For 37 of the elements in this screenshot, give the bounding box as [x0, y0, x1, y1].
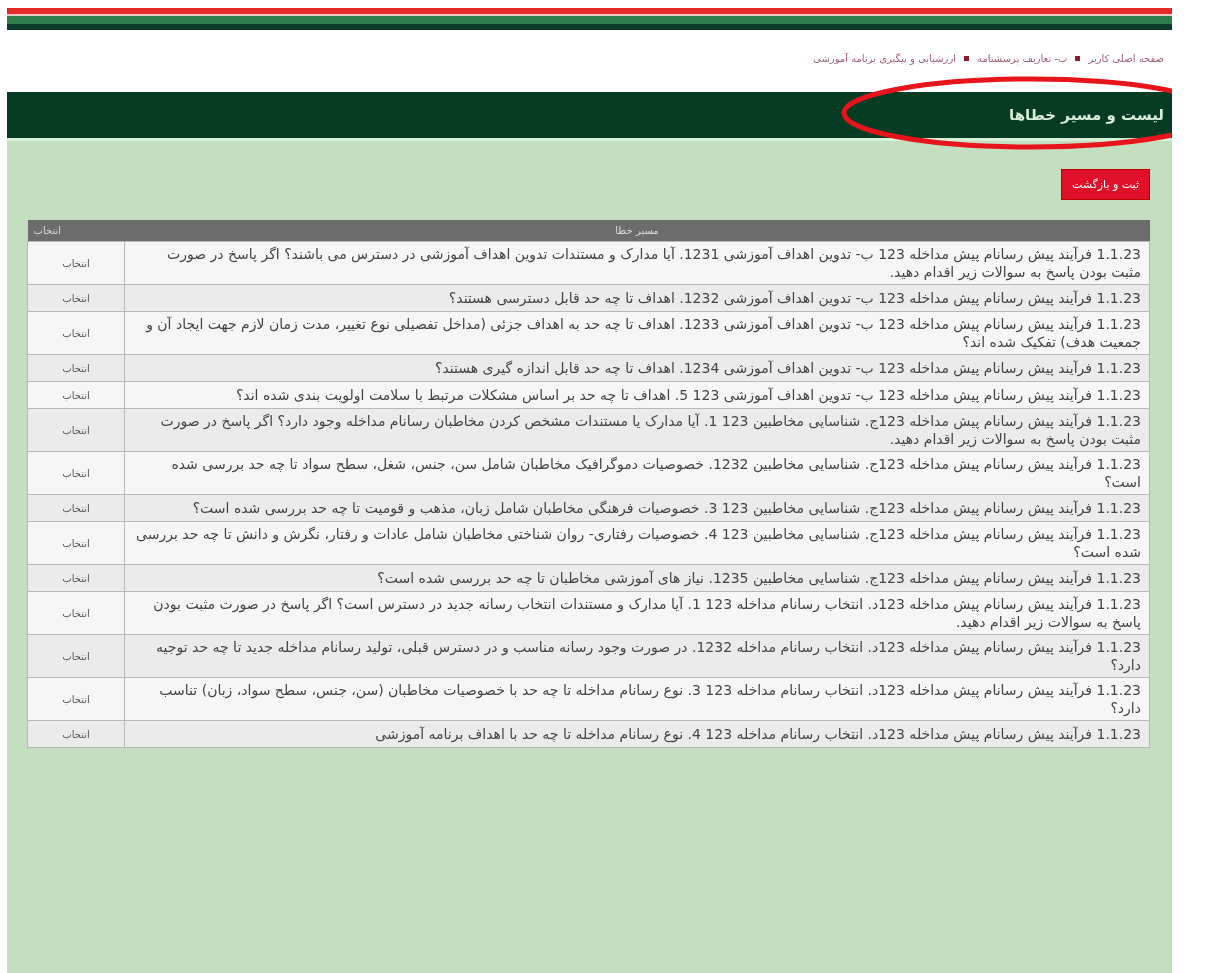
table-cell: 1.1.23 فرآیند پیش رسانام پیش مداخله 123د. انتخاب رسانام مداخله 123 3. نوع رسانام مداخله تا چه حد با خصوصیات مخاطبان (سن، جنس، سطح سواد، زبان) تناسب دارد؟ [124, 677, 1150, 721]
table-cell: 1.1.23 فرآیند پیش رسانام پیش مداخله 123 ب- تدوین اهداف آموزشی 1231. آیا مدارک و مستندات تدوین اهداف آموزشی در دسترس می باشند؟ اگر پاسخ در صورت مثبت بودن پاسخ به سوالات زیر اقدام دهید. [124, 241, 1150, 285]
table-cell: 1.1.23 فرآیند پیش رسانام پیش مداخله 123د. انتخاب رسانام مداخله 123 4. نوع رسانام مداخله تا چه حد با اهداف برنامه آموزشی [124, 720, 1150, 748]
breadcrumb-link[interactable]: صفحه اصلی کاربر [1088, 52, 1164, 64]
select-link[interactable]: انتخاب [62, 651, 90, 662]
select-link[interactable]: انتخاب [62, 608, 90, 619]
select-link[interactable]: انتخاب [62, 468, 90, 479]
select-link[interactable]: انتخاب [62, 694, 90, 705]
table-cell: 1.1.23 فرآیند پیش رسانام پیش مداخله 123ج. شناسایی مخاطبین 123 3. خصوصیات فرهنگی مخاطبان شامل زبان، مذهب و قومیت تا چه حد بررسی شده است؟ [124, 494, 1150, 522]
table-cell: 1.1.23 فرآیند پیش رسانام پیش مداخله 123د. انتخاب رسانام مداخله 123 1. آیا مدارک و مستندات انتخاب رسانه جدید در دسترس است؟ اگر پاسخ در صورت مثبت بودن پاسخ به سوالات زیر اقدام دهید. [124, 591, 1150, 635]
separator-icon [964, 55, 970, 61]
table-cell: 1.1.23 فرآیند پیش رسانام پیش مداخله 123 ب- تدوین اهداف آموزشی 123 5. اهداف تا چه حد بر اساس مشکلات مرتبط با سلامت اولویت بندی شده اند؟ [124, 381, 1150, 409]
table-cell: 1.1.23 فرآیند پیش رسانام پیش مداخله 123 ب- تدوین اهداف آموزشی 1233. اهداف تا چه حد به اهداف جزئی (مداخل تفصیلی نوع تغییر، مدت زمان لازم جهت ایجاد آن و جمعیت هدف) تفکیک شده اند؟ [124, 311, 1150, 355]
action-button[interactable]: ثبت و بازگشت [1060, 169, 1150, 200]
select-link[interactable]: انتخاب [62, 258, 90, 269]
table-cell: 1.1.23 فرآیند پیش رسانام پیش مداخله 123ج. شناسایی مخاطبین 1232. خصوصیات دموگرافیک مخاطبان شامل سن، جنس، شغل، سطح سواد تا چه حد بررسی شده است؟ [124, 451, 1150, 495]
separator-icon [1075, 55, 1081, 61]
breadcrumb-link[interactable]: ارزشیابی و پیگیری برنامه آموزشی [813, 52, 957, 64]
page-title: لیست و مسیر خطاها [1009, 106, 1164, 124]
select-link[interactable]: انتخاب [62, 328, 90, 339]
select-link[interactable]: انتخاب [62, 573, 90, 584]
select-link[interactable]: انتخاب [62, 390, 90, 401]
table-cell: 1.1.23 فرآیند پیش رسانام پیش مداخله 123د. انتخاب رسانام مداخله 1232. در صورت وجود رسانه مناسب و در دسترس قبلی، تولید رسانام مداخله جدید تا چه حد توجیه دارد؟ [124, 634, 1150, 678]
table-cell: 1.1.23 فرآیند پیش رسانام پیش مداخله 123ج. شناسایی مخاطبین 123 4. خصوصیات رفتاری- روان شناختی مخاطبان شامل عادات و رفتار، نگرش و دانش تا چه حد بررسی شده است؟ [124, 521, 1150, 565]
column-header: مسیر خطا [124, 220, 1150, 242]
breadcrumb-link[interactable]: ب- تعاریف پرسشنامه [977, 52, 1068, 64]
table-cell: 1.1.23 فرآیند پیش رسانام پیش مداخله 123 ب- تدوین اهداف آموزشی 1234. اهداف تا چه حد قابل اندازه گیری هستند؟ [124, 354, 1150, 382]
select-link[interactable]: انتخاب [62, 538, 90, 549]
column-header: انتخاب [27, 220, 125, 242]
select-link[interactable]: انتخاب [62, 729, 90, 740]
select-link[interactable]: انتخاب [62, 425, 90, 436]
table-cell: 1.1.23 فرآیند پیش رسانام پیش مداخله 123ج. شناسایی مخاطبین 123 1. آیا مدارک یا مستندات مشخص کردن مخاطبان رسانام مداخله وجود دارد؟ اگر پاسخ در صورت مثبت بودن پاسخ به سوالات زیر اقدام دهید. [124, 408, 1150, 452]
table-cell: 1.1.23 فرآیند پیش رسانام پیش مداخله 123ج. شناسایی مخاطبین 1235. نیاز های آموزشی مخاطبان تا چه حد بررسی شده است؟ [124, 564, 1150, 592]
select-link[interactable]: انتخاب [62, 363, 90, 374]
select-link[interactable]: انتخاب [62, 503, 90, 514]
table-cell: 1.1.23 فرآیند پیش رسانام پیش مداخله 123 ب- تدوین اهداف آموزشی 1232. اهداف تا چه حد قابل دسترسی هستند؟ [124, 284, 1150, 312]
select-link[interactable]: انتخاب [62, 293, 90, 304]
